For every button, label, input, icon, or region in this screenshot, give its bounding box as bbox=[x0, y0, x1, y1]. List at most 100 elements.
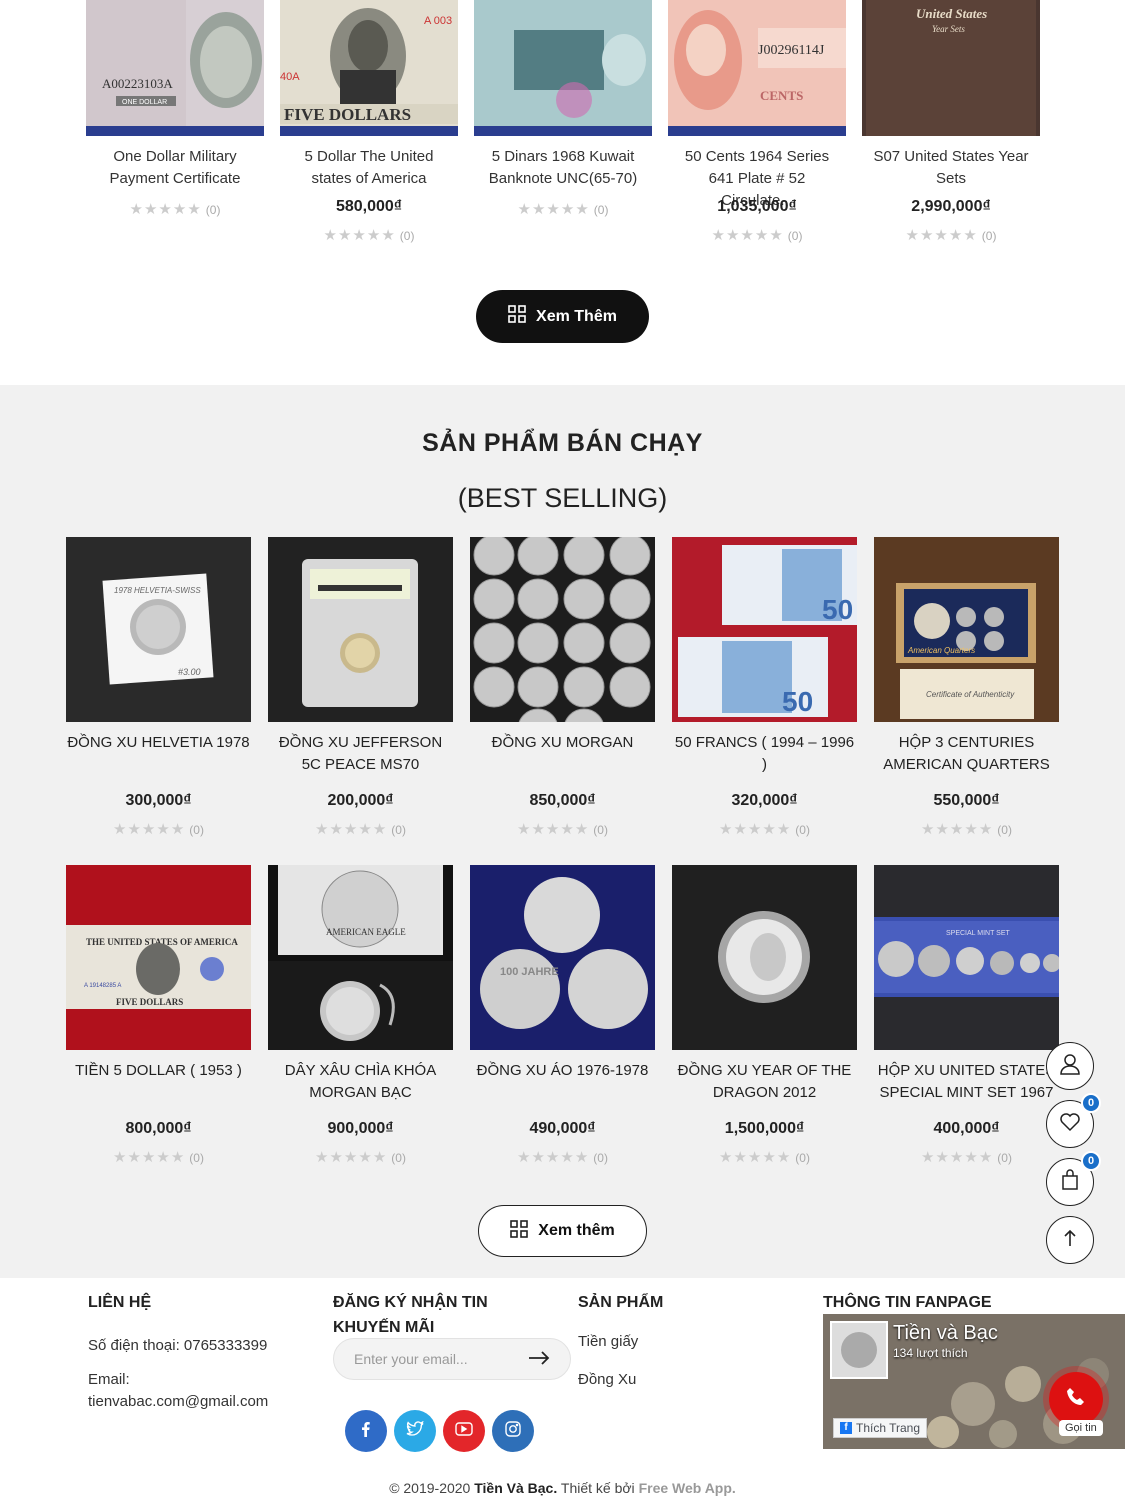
footer-heading: LIÊN HỆ bbox=[88, 1294, 152, 1311]
product-card[interactable]: American Quarters Certificate of Authent… bbox=[874, 537, 1059, 838]
box-title: American Quarters bbox=[907, 646, 975, 655]
view-more-button[interactable]: Xem Thêm bbox=[476, 290, 649, 343]
cart-button[interactable]: 0 bbox=[1046, 1151, 1101, 1206]
product-name[interactable]: ĐỒNG XU ÁO 1976-1978 bbox=[470, 1060, 655, 1104]
product-name[interactable]: ĐỒNG XU MORGAN bbox=[470, 732, 655, 776]
product-image[interactable]: SPECIAL MINT SET bbox=[874, 865, 1059, 1050]
product-card[interactable]: ĐỒNG XU JEFFERSON 5C PEACE MS70 200,000₫… bbox=[268, 537, 453, 838]
product-image[interactable]: AMERICAN EAGLE bbox=[268, 865, 453, 1050]
product-image[interactable]: 50 50 bbox=[672, 537, 857, 722]
product-card[interactable]: THE UNITED STATES OF AMERICA A 19148285 … bbox=[66, 865, 251, 1166]
arrow-right-icon[interactable] bbox=[528, 1350, 550, 1368]
product-image[interactable]: J00296114J CENTS bbox=[668, 0, 846, 136]
rating-stars: ★★★★★ (0) bbox=[719, 1149, 810, 1166]
rating-count: (0) bbox=[593, 823, 608, 837]
newsletter-email-input[interactable]: Enter your email... bbox=[333, 1338, 571, 1380]
product-name[interactable]: 50 FRANCS ( 1994 – 1996 ) bbox=[672, 732, 857, 776]
product-image[interactable]: American Quarters Certificate of Authent… bbox=[874, 537, 1059, 722]
product-image[interactable] bbox=[672, 865, 857, 1050]
product-card[interactable]: ĐỒNG XU MORGAN 850,000₫ ★★★★★ (0) bbox=[470, 537, 655, 838]
product-price: 900,000₫ bbox=[327, 1120, 394, 1137]
product-card[interactable]: AMERICAN EAGLE DÂY XÂU CHÌA KHÓA MORGAN … bbox=[268, 865, 453, 1166]
product-image[interactable] bbox=[268, 537, 453, 722]
fanpage-name[interactable]: Tiền và Bạc bbox=[893, 1322, 998, 1345]
wishlist-count-badge: 0 bbox=[1081, 1093, 1101, 1113]
copyright: © 2019-2020 Tiền Và Bạc. Thiết kế bởi Fr… bbox=[0, 1480, 1125, 1496]
footer-contact: LIÊN HỆ Số điện thoại: 0765333399 Email:… bbox=[88, 1290, 308, 1413]
product-name[interactable]: DÂY XÂU CHÌA KHÓA MORGAN BẠC bbox=[268, 1060, 453, 1104]
product-card[interactable]: A00223103A ONE DOLLAR One Dollar Militar… bbox=[86, 0, 264, 218]
designer-link[interactable]: Free Web App. bbox=[639, 1480, 736, 1496]
rating-count: (0) bbox=[593, 1151, 608, 1165]
note-label: ONE DOLLAR bbox=[122, 99, 167, 106]
instagram-link[interactable] bbox=[492, 1410, 534, 1452]
product-image[interactable]: United States Year Sets bbox=[862, 0, 1040, 136]
product-image[interactable]: 100 JAHRE bbox=[470, 865, 655, 1050]
product-name[interactable]: HỘP 3 CENTURIES AMERICAN QUARTERS bbox=[874, 732, 1059, 776]
product-name[interactable]: S07 United States Year Sets bbox=[862, 146, 1040, 190]
certificate-text: Certificate of Authenticity bbox=[926, 690, 1015, 699]
facebook-fanpage-widget[interactable]: Tiền và Bạc 134 lượt thích f Thích Trang… bbox=[823, 1314, 1125, 1449]
email-label: Email: bbox=[88, 1371, 130, 1388]
rating-stars: ★★★★★ (0) bbox=[113, 821, 204, 838]
footer-fanpage-heading: THÔNG TIN FANPAGE bbox=[823, 1290, 1123, 1315]
product-name[interactable]: TIỀN 5 DOLLAR ( 1953 ) bbox=[66, 1060, 251, 1104]
product-card[interactable]: A 003 40A FIVE DOLLARS 5 Dollar The Unit… bbox=[280, 0, 458, 244]
view-more-button[interactable]: Xem thêm bbox=[478, 1205, 647, 1257]
wishlist-button[interactable]: 0 bbox=[1046, 1093, 1101, 1148]
product-name[interactable]: 5 Dollar The United states of America bbox=[280, 146, 458, 190]
youtube-link[interactable] bbox=[443, 1410, 485, 1452]
product-image[interactable]: 1978 HELVETIA-SWISS #3.00 bbox=[66, 537, 251, 722]
product-name[interactable]: 5 Dinars 1968 Kuwait Banknote UNC(65-70) bbox=[474, 146, 652, 190]
product-price: 490,000₫ bbox=[529, 1120, 596, 1137]
product-name[interactable]: ĐỒNG XU JEFFERSON 5C PEACE MS70 bbox=[268, 732, 453, 776]
note-value: 50 bbox=[782, 686, 813, 717]
rating-count: (0) bbox=[787, 229, 803, 243]
product-card[interactable]: 1978 HELVETIA-SWISS #3.00 ĐỒNG XU HELVET… bbox=[66, 537, 251, 838]
facebook-link[interactable] bbox=[345, 1410, 387, 1452]
product-card[interactable]: SPECIAL MINT SET HỘP XU UNITED STATES SP… bbox=[874, 865, 1059, 1166]
product-card[interactable]: 50 50 50 FRANCS ( 1994 – 1996 ) 320,000₫… bbox=[672, 537, 857, 838]
product-card[interactable]: 100 JAHRE ĐỒNG XU ÁO 1976-1978 490,000₫ … bbox=[470, 865, 655, 1166]
product-card[interactable]: United States Year Sets S07 United State… bbox=[862, 0, 1040, 244]
account-button[interactable] bbox=[1046, 1042, 1094, 1090]
rating-count: (0) bbox=[795, 823, 810, 837]
phone-text[interactable]: Số điện thoại: 0765333399 bbox=[88, 1335, 308, 1357]
serial-letters: 40A bbox=[280, 71, 300, 83]
product-image[interactable]: A00223103A ONE DOLLAR bbox=[86, 0, 264, 136]
rating-count: (0) bbox=[391, 1151, 406, 1165]
call-label[interactable]: Gọi tin bbox=[1059, 1420, 1103, 1436]
rating-stars: ★★★★★ (0) bbox=[905, 227, 997, 244]
user-icon bbox=[1059, 1053, 1081, 1080]
product-image[interactable] bbox=[470, 537, 655, 722]
grid-icon bbox=[508, 305, 526, 328]
copyright-brand[interactable]: Tiền Và Bạc. bbox=[474, 1480, 557, 1496]
call-button[interactable] bbox=[1049, 1372, 1103, 1426]
product-name[interactable]: ĐỒNG XU YEAR OF THE DRAGON 2012 bbox=[672, 1060, 857, 1104]
product-card[interactable]: 5 Dinars 1968 Kuwait Banknote UNC(65-70)… bbox=[474, 0, 652, 218]
serial-text: A00223103A bbox=[102, 76, 173, 91]
note-label: FIVE DOLLARS bbox=[116, 997, 183, 1007]
footer-link-coins[interactable]: Đồng Xu bbox=[578, 1369, 778, 1391]
product-name[interactable]: One Dollar Military Payment Certificate bbox=[86, 146, 264, 190]
product-name[interactable]: ĐỒNG XU HELVETIA 1978 bbox=[66, 732, 251, 776]
rating-count: (0) bbox=[205, 203, 221, 217]
product-price: 320,000₫ bbox=[731, 792, 798, 809]
product-name[interactable]: 50 Cents 1964 Series 641 Plate # 52 Circ… bbox=[668, 146, 846, 209]
product-image[interactable]: A 003 40A FIVE DOLLARS bbox=[280, 0, 458, 136]
scroll-top-button[interactable] bbox=[1046, 1216, 1094, 1264]
product-image[interactable] bbox=[474, 0, 652, 136]
product-card[interactable]: J00296114J CENTS 50 Cents 1964 Series 64… bbox=[668, 0, 846, 244]
footer-heading: SẢN PHẨM bbox=[578, 1294, 664, 1311]
twitter-link[interactable] bbox=[394, 1410, 436, 1452]
product-card[interactable]: ĐỒNG XU YEAR OF THE DRAGON 2012 1,500,00… bbox=[672, 865, 857, 1166]
product-price: 2,990,000₫ bbox=[911, 198, 991, 215]
rating-count: (0) bbox=[997, 823, 1012, 837]
email-text[interactable]: tienvabac.com@gmail.com bbox=[88, 1391, 308, 1413]
rating-stars: ★★★★★ (0) bbox=[517, 821, 608, 838]
product-image[interactable]: THE UNITED STATES OF AMERICA A 19148285 … bbox=[66, 865, 251, 1050]
product-price: 1,500,000₫ bbox=[724, 1120, 805, 1137]
product-name[interactable]: HỘP XU UNITED STATES SPECIAL MINT SET 19… bbox=[874, 1060, 1059, 1104]
fanpage-like-button[interactable]: f Thích Trang bbox=[833, 1418, 928, 1438]
footer-link-paper-money[interactable]: Tiền giấy bbox=[578, 1331, 778, 1353]
